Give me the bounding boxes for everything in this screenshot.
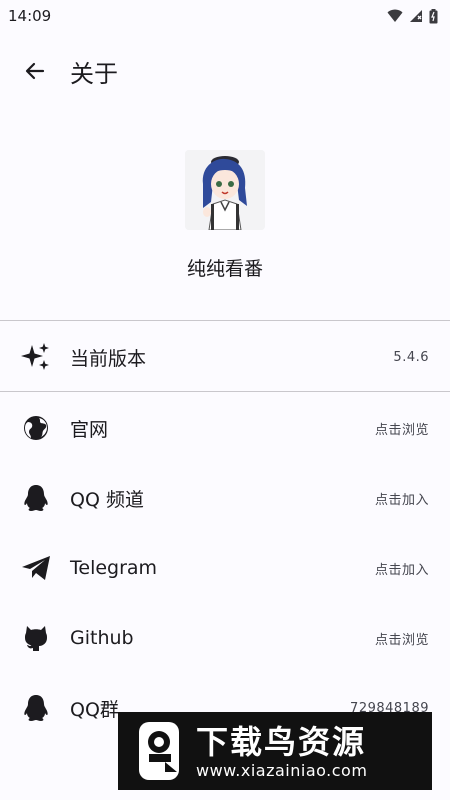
version-value: 5.4.6 bbox=[393, 349, 429, 365]
watermark-title: 下载鸟资源 bbox=[196, 722, 367, 761]
website-row[interactable]: 官网 点击浏览 bbox=[0, 393, 450, 463]
status-bar: 14:09 bbox=[0, 0, 450, 32]
sparkle-icon bbox=[21, 342, 51, 372]
app-name: 纯纯看番 bbox=[186, 258, 263, 280]
telegram-icon bbox=[21, 553, 51, 583]
page-title: 关于 bbox=[70, 59, 118, 88]
version-label: 当前版本 bbox=[70, 347, 147, 370]
github-action: 点击浏览 bbox=[374, 632, 429, 648]
github-label: Github bbox=[70, 627, 134, 649]
watermark-banner: 下载鸟资源 www.xiazainiao.com bbox=[118, 712, 432, 790]
back-button[interactable] bbox=[15, 51, 55, 91]
top-app-bar: 关于 bbox=[0, 42, 450, 100]
github-row[interactable]: Github 点击浏览 bbox=[0, 603, 450, 673]
qq-group-label: QQ群 bbox=[70, 698, 119, 721]
github-icon bbox=[21, 623, 51, 653]
wifi-icon bbox=[387, 9, 403, 22]
website-action: 点击浏览 bbox=[374, 422, 429, 438]
website-label: 官网 bbox=[70, 418, 109, 441]
divider bbox=[0, 391, 450, 392]
cell-signal-icon bbox=[410, 10, 422, 22]
watermark-text: 下载鸟资源 www.xiazainiao.com bbox=[196, 723, 367, 780]
watermark-url: www.xiazainiao.com bbox=[196, 760, 368, 780]
divider bbox=[0, 320, 450, 321]
telegram-row[interactable]: Telegram 点击加入 bbox=[0, 533, 450, 603]
bird-logo-icon bbox=[132, 718, 190, 784]
qq-channel-label: QQ 频道 bbox=[70, 488, 144, 511]
version-row[interactable]: 当前版本 5.4.6 bbox=[0, 322, 450, 392]
qq-icon bbox=[21, 693, 51, 723]
telegram-label: Telegram bbox=[70, 557, 158, 579]
globe-icon bbox=[21, 413, 51, 443]
status-icons bbox=[387, 8, 438, 24]
arrow-back-icon bbox=[25, 62, 45, 80]
qq-icon bbox=[21, 483, 51, 513]
status-time: 14:09 bbox=[8, 7, 52, 25]
app-logo-image bbox=[185, 150, 265, 230]
telegram-action: 点击加入 bbox=[374, 562, 429, 578]
app-logo bbox=[185, 150, 265, 230]
qq-channel-action: 点击加入 bbox=[374, 492, 429, 508]
battery-icon bbox=[429, 8, 438, 23]
qq-channel-row[interactable]: QQ 频道 点击加入 bbox=[0, 463, 450, 533]
